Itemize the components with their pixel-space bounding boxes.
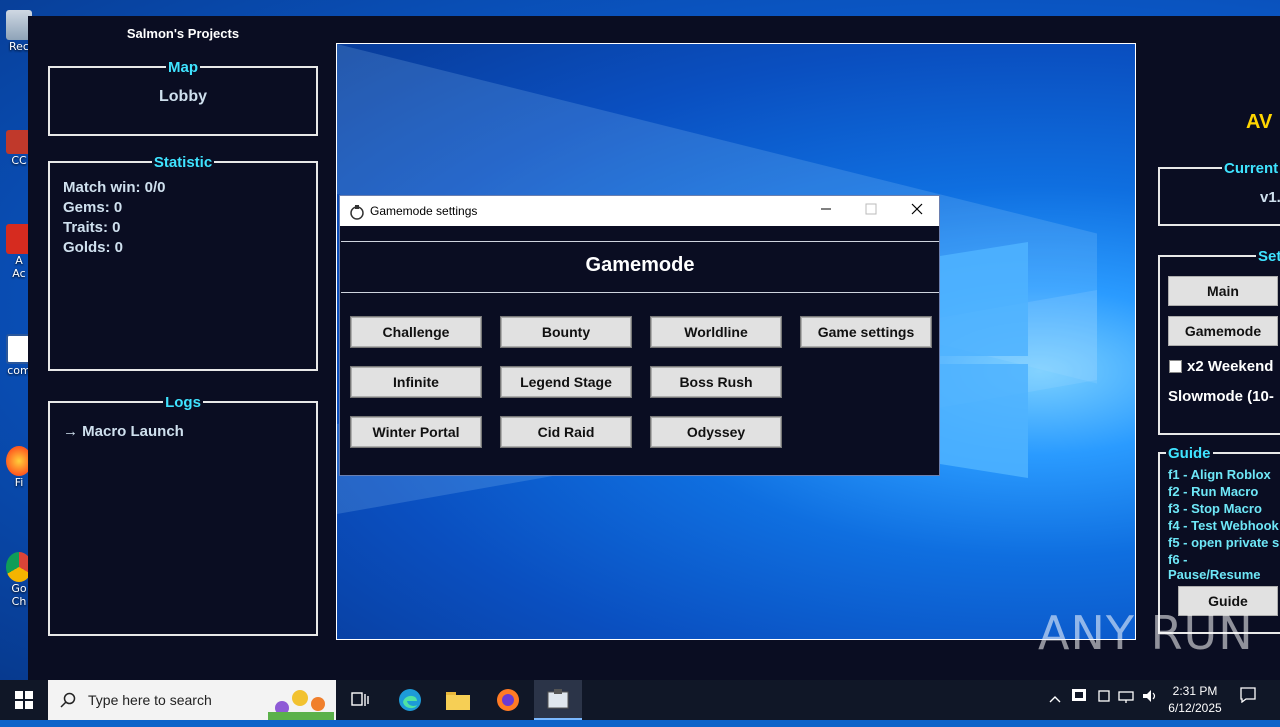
search-placeholder: Type here to search bbox=[88, 692, 212, 708]
odyssey-button[interactable]: Odyssey bbox=[650, 416, 782, 448]
stat-match-win: Match win: 0/0 bbox=[63, 179, 166, 196]
maximize-button[interactable] bbox=[848, 196, 894, 226]
macro-title: Salmon's Projects bbox=[126, 26, 240, 41]
divider bbox=[341, 292, 939, 293]
stat-gems: Gems: 0 bbox=[63, 199, 123, 216]
worldline-button[interactable]: Worldline bbox=[650, 316, 782, 348]
weekend-checkbox[interactable] bbox=[1169, 360, 1182, 373]
game-settings-button[interactable]: Game settings bbox=[800, 316, 932, 348]
clock-time: 2:31 PM bbox=[1172, 684, 1218, 698]
dialog-heading: Gamemode bbox=[585, 254, 695, 276]
task-view-icon bbox=[351, 692, 369, 706]
network-icon bbox=[1118, 691, 1134, 703]
logs-group-title: Logs bbox=[163, 394, 203, 411]
tray-app-icon[interactable] bbox=[1068, 680, 1090, 720]
boss-rush-button[interactable]: Boss Rush bbox=[650, 366, 782, 398]
flowers-decoration-icon bbox=[268, 690, 334, 720]
main-button[interactable]: Main bbox=[1168, 276, 1278, 306]
slowmode-label: Slowmode (10- bbox=[1168, 388, 1274, 405]
tray-device-icon[interactable] bbox=[1094, 680, 1114, 720]
current-version-group: Current v1. bbox=[1158, 160, 1280, 226]
taskbar-file-explorer[interactable] bbox=[434, 680, 482, 720]
guide-item: f4 - Test Webhook bbox=[1168, 518, 1279, 533]
legend-stage-button[interactable]: Legend Stage bbox=[500, 366, 632, 398]
notifications-button[interactable] bbox=[1232, 680, 1264, 720]
settings-group-title: Sett bbox=[1256, 248, 1280, 265]
taskbar-firefox[interactable] bbox=[484, 680, 532, 720]
taskbar-search-box[interactable]: Type here to search bbox=[48, 680, 336, 720]
log-entry: → Macro Launch bbox=[63, 423, 184, 440]
volume-button[interactable] bbox=[1140, 680, 1160, 720]
guide-group-title: Guide bbox=[1166, 445, 1213, 462]
app-name: AV bbox=[1246, 111, 1273, 133]
task-view-button[interactable] bbox=[336, 680, 384, 720]
winter-portal-button[interactable]: Winter Portal bbox=[350, 416, 482, 448]
guide-item: f3 - Stop Macro bbox=[1168, 501, 1262, 516]
current-group-title: Current bbox=[1222, 160, 1280, 177]
weekend-label: x2 Weekend bbox=[1187, 358, 1274, 375]
macro-app-icon bbox=[547, 689, 569, 709]
app-icon bbox=[350, 205, 364, 220]
logs-group: Logs → Macro Launch bbox=[48, 394, 318, 636]
chevron-up-icon bbox=[1049, 696, 1061, 703]
taskbar-macro-app[interactable] bbox=[534, 680, 582, 720]
device-icon bbox=[1098, 690, 1110, 702]
minimize-button[interactable] bbox=[803, 196, 849, 226]
guide-item: f2 - Run Macro bbox=[1168, 484, 1259, 499]
gamemode-settings-dialog: Gamemode settings Gamemode Challenge Bou… bbox=[339, 195, 940, 476]
start-button[interactable] bbox=[0, 680, 48, 720]
close-icon bbox=[911, 203, 923, 215]
gamemode-button[interactable]: Gamemode bbox=[1168, 316, 1278, 346]
dialog-title: Gamemode settings bbox=[370, 204, 478, 218]
guide-item: f5 - open private s bbox=[1168, 535, 1280, 550]
current-version-value: v1. bbox=[1260, 189, 1280, 206]
watermark: ANY RUN bbox=[1038, 606, 1254, 660]
windows-logo-icon bbox=[940, 242, 1028, 478]
map-value: Lobby bbox=[159, 88, 207, 105]
map-group-title: Map bbox=[166, 59, 200, 76]
clock-date: 6/12/2025 bbox=[1168, 701, 1222, 715]
edge-icon bbox=[399, 689, 421, 711]
taskbar-edge[interactable] bbox=[386, 680, 434, 720]
close-button[interactable] bbox=[894, 196, 940, 226]
challenge-button[interactable]: Challenge bbox=[350, 316, 482, 348]
volume-icon bbox=[1143, 690, 1156, 702]
notification-icon bbox=[1240, 687, 1256, 704]
search-icon bbox=[60, 692, 76, 708]
firefox-icon bbox=[497, 689, 519, 711]
shield-icon bbox=[1072, 689, 1086, 701]
map-group: Map Lobby bbox=[48, 59, 318, 136]
stat-golds: Golds: 0 bbox=[63, 239, 124, 256]
statistic-group: Statistic Match win: 0/0 Gems: 0 Traits:… bbox=[48, 154, 318, 371]
statistic-group-title: Statistic bbox=[151, 154, 215, 171]
guide-item: f6 - Pause/Resume bbox=[1168, 552, 1261, 582]
tray-overflow-button[interactable] bbox=[1046, 680, 1064, 720]
windows-start-icon bbox=[15, 691, 33, 709]
minimize-icon bbox=[821, 208, 831, 210]
taskbar-clock[interactable]: 2:31 PM 6/12/2025 bbox=[1162, 683, 1228, 717]
network-button[interactable] bbox=[1116, 680, 1136, 720]
bounty-button[interactable]: Bounty bbox=[500, 316, 632, 348]
dialog-body: Gamemode Challenge Bounty Worldline Game… bbox=[341, 241, 939, 476]
cid-raid-button[interactable]: Cid Raid bbox=[500, 416, 632, 448]
maximize-icon bbox=[865, 203, 877, 215]
guide-item: f1 - Align Roblox bbox=[1168, 467, 1271, 482]
folder-icon bbox=[446, 692, 470, 710]
taskbar: Type here to search 2:31 PM 6/12/2025 bbox=[0, 680, 1280, 720]
dialog-titlebar[interactable]: Gamemode settings bbox=[340, 196, 939, 226]
infinite-button[interactable]: Infinite bbox=[350, 366, 482, 398]
stat-traits: Traits: 0 bbox=[63, 219, 121, 236]
